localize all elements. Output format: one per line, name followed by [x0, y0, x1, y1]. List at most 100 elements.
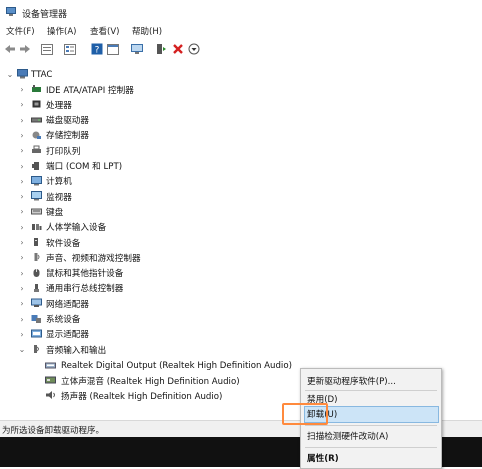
uninstall-button[interactable] [171, 42, 185, 56]
menu-view[interactable]: 查看(V) [90, 25, 119, 37]
chevron-right-icon[interactable]: › [18, 192, 26, 201]
tree-category-label: 人体学输入设备 [46, 223, 107, 234]
tree-category-label: 监视器 [46, 192, 72, 203]
chevron-right-icon[interactable]: › [18, 207, 26, 216]
speaker-icon [46, 391, 55, 399]
back-arrow-icon [5, 45, 15, 53]
title-bar: 设备管理器 [0, 0, 482, 22]
tree-category[interactable]: › 键盘 [0, 204, 482, 219]
menu-help[interactable]: 帮助(H) [132, 25, 162, 37]
keyboard-icon [31, 208, 42, 215]
menu-item-scan-hardware[interactable]: 扫描检测硬件改动(A) [307, 430, 388, 442]
menu-separator [305, 390, 437, 391]
tree-category[interactable]: › 打印队列 [0, 143, 482, 158]
tree-category[interactable]: › 计算机 [0, 174, 482, 189]
back-button[interactable] [3, 42, 17, 56]
tree-category[interactable]: › 软件设备 [0, 235, 482, 250]
menu-item-properties[interactable]: 属性(R) [307, 452, 339, 464]
window-title: 设备管理器 [22, 10, 68, 20]
chevron-right-icon[interactable]: › [18, 177, 26, 186]
tree-device-label: 立体声混音 (Realtek High Definition Audio) [61, 376, 240, 387]
properties-icon [64, 43, 76, 55]
red-x-icon [173, 44, 183, 54]
menu-bar: 文件(F) 操作(A) 查看(V) 帮助(H) [0, 22, 482, 38]
processor-icon [32, 100, 41, 108]
tree-category[interactable]: › 监视器 [0, 189, 482, 204]
computer-icon [31, 175, 42, 186]
tree-category[interactable]: › 端口 (COM 和 LPT) [0, 159, 482, 174]
monitor-scan-icon [131, 43, 143, 54]
chevron-right-icon[interactable]: › [18, 223, 26, 232]
help-icon: ? [91, 43, 103, 55]
tree-category[interactable]: › 显示适配器 [0, 327, 482, 342]
tree-category[interactable]: › 磁盘驱动器 [0, 113, 482, 128]
chevron-right-icon[interactable]: › [18, 269, 26, 278]
tree-category-label: 计算机 [46, 177, 72, 188]
tree-category[interactable]: › 人体学输入设备 [0, 220, 482, 235]
tree-category[interactable]: › IDE ATA/ATAPI 控制器 [0, 82, 482, 97]
chevron-right-icon[interactable]: › [18, 253, 26, 262]
storage-controller-icon [32, 131, 41, 139]
tree-category-label: 鼠标和其他指针设备 [46, 269, 124, 280]
menu-separator [305, 447, 437, 448]
print-queue-icon [32, 145, 41, 154]
chevron-down-icon[interactable]: ⌄ [18, 345, 26, 354]
properties-button[interactable] [63, 42, 77, 56]
status-text: 为所选设备卸载驱动程序。 [2, 426, 105, 436]
chevron-right-icon[interactable]: › [18, 146, 26, 155]
menu-action[interactable]: 操作(A) [47, 25, 76, 37]
tree-root[interactable]: ⌄ TTAC [0, 67, 482, 82]
monitor-icon [31, 191, 42, 201]
tree-category[interactable]: › 网络适配器 [0, 296, 482, 311]
chevron-right-icon[interactable]: › [18, 238, 26, 247]
help-button[interactable]: ? [90, 42, 104, 56]
tree-category-label: 音频输入和输出 [46, 345, 107, 356]
window-view-icon [107, 43, 119, 55]
software-device-icon [34, 238, 38, 246]
computer-root-icon [17, 69, 28, 79]
tree-device-label: 扬声器 (Realtek High Definition Audio) [61, 391, 223, 402]
chevron-right-icon[interactable]: › [18, 315, 26, 324]
system-device-icon [31, 314, 41, 323]
chevron-right-icon[interactable]: › [18, 131, 26, 140]
tree-category-audio-io[interactable]: ⌄ 音频输入和输出 [0, 342, 482, 357]
svg-text:?: ? [95, 46, 100, 56]
chevron-right-icon[interactable]: › [18, 284, 26, 293]
annotation-highlight-box [282, 403, 328, 425]
tree-category[interactable]: › 声音、视频和游戏控制器 [0, 250, 482, 265]
network-adapter-icon [31, 298, 42, 308]
menu-item-update-driver[interactable]: 更新驱动程序软件(P)... [307, 375, 396, 387]
forward-button[interactable] [18, 42, 32, 56]
tree-category-label: 打印队列 [46, 146, 81, 157]
tree-category-label: 处理器 [46, 100, 72, 111]
chevron-right-icon[interactable]: › [18, 85, 26, 94]
device-manager-icon [6, 7, 16, 16]
tree-category-label: 显示适配器 [46, 330, 89, 341]
enable-device-button[interactable] [187, 42, 201, 56]
tree-category[interactable]: › 存储控制器 [0, 128, 482, 143]
tree-view-icon [41, 43, 53, 55]
driver-update-icon [157, 44, 166, 54]
tree-category[interactable]: › 处理器 [0, 97, 482, 112]
show-hidden-button[interactable] [106, 42, 120, 56]
chevron-right-icon[interactable]: › [18, 299, 26, 308]
device-tree: ⌄ TTAC › IDE ATA/ATAPI 控制器 › 处理器 › 磁盘驱动器 › 存储控制… [0, 60, 482, 418]
digital-output-icon [45, 362, 56, 369]
update-driver-button[interactable] [154, 42, 168, 56]
tree-category-label: IDE ATA/ATAPI 控制器 [46, 85, 134, 96]
menu-file[interactable]: 文件(F) [6, 25, 35, 37]
tree-view-button[interactable] [40, 42, 54, 56]
tree-root-label: TTAC [31, 69, 53, 80]
tree-category[interactable]: › 通用串行总线控制器 [0, 281, 482, 296]
tree-category-label: 存储控制器 [46, 131, 89, 142]
tree-device-label: Realtek Digital Output (Realtek High Def… [61, 360, 292, 371]
scan-hardware-button[interactable] [130, 42, 144, 56]
chevron-down-icon[interactable]: ⌄ [6, 70, 14, 79]
chevron-right-icon[interactable]: › [18, 100, 26, 109]
tree-category[interactable]: › 鼠标和其他指针设备 [0, 266, 482, 281]
sound-icon [34, 253, 40, 262]
chevron-right-icon[interactable]: › [18, 116, 26, 125]
tree-category[interactable]: › 系统设备 [0, 312, 482, 327]
chevron-right-icon[interactable]: › [18, 330, 26, 339]
chevron-right-icon[interactable]: › [18, 162, 26, 171]
